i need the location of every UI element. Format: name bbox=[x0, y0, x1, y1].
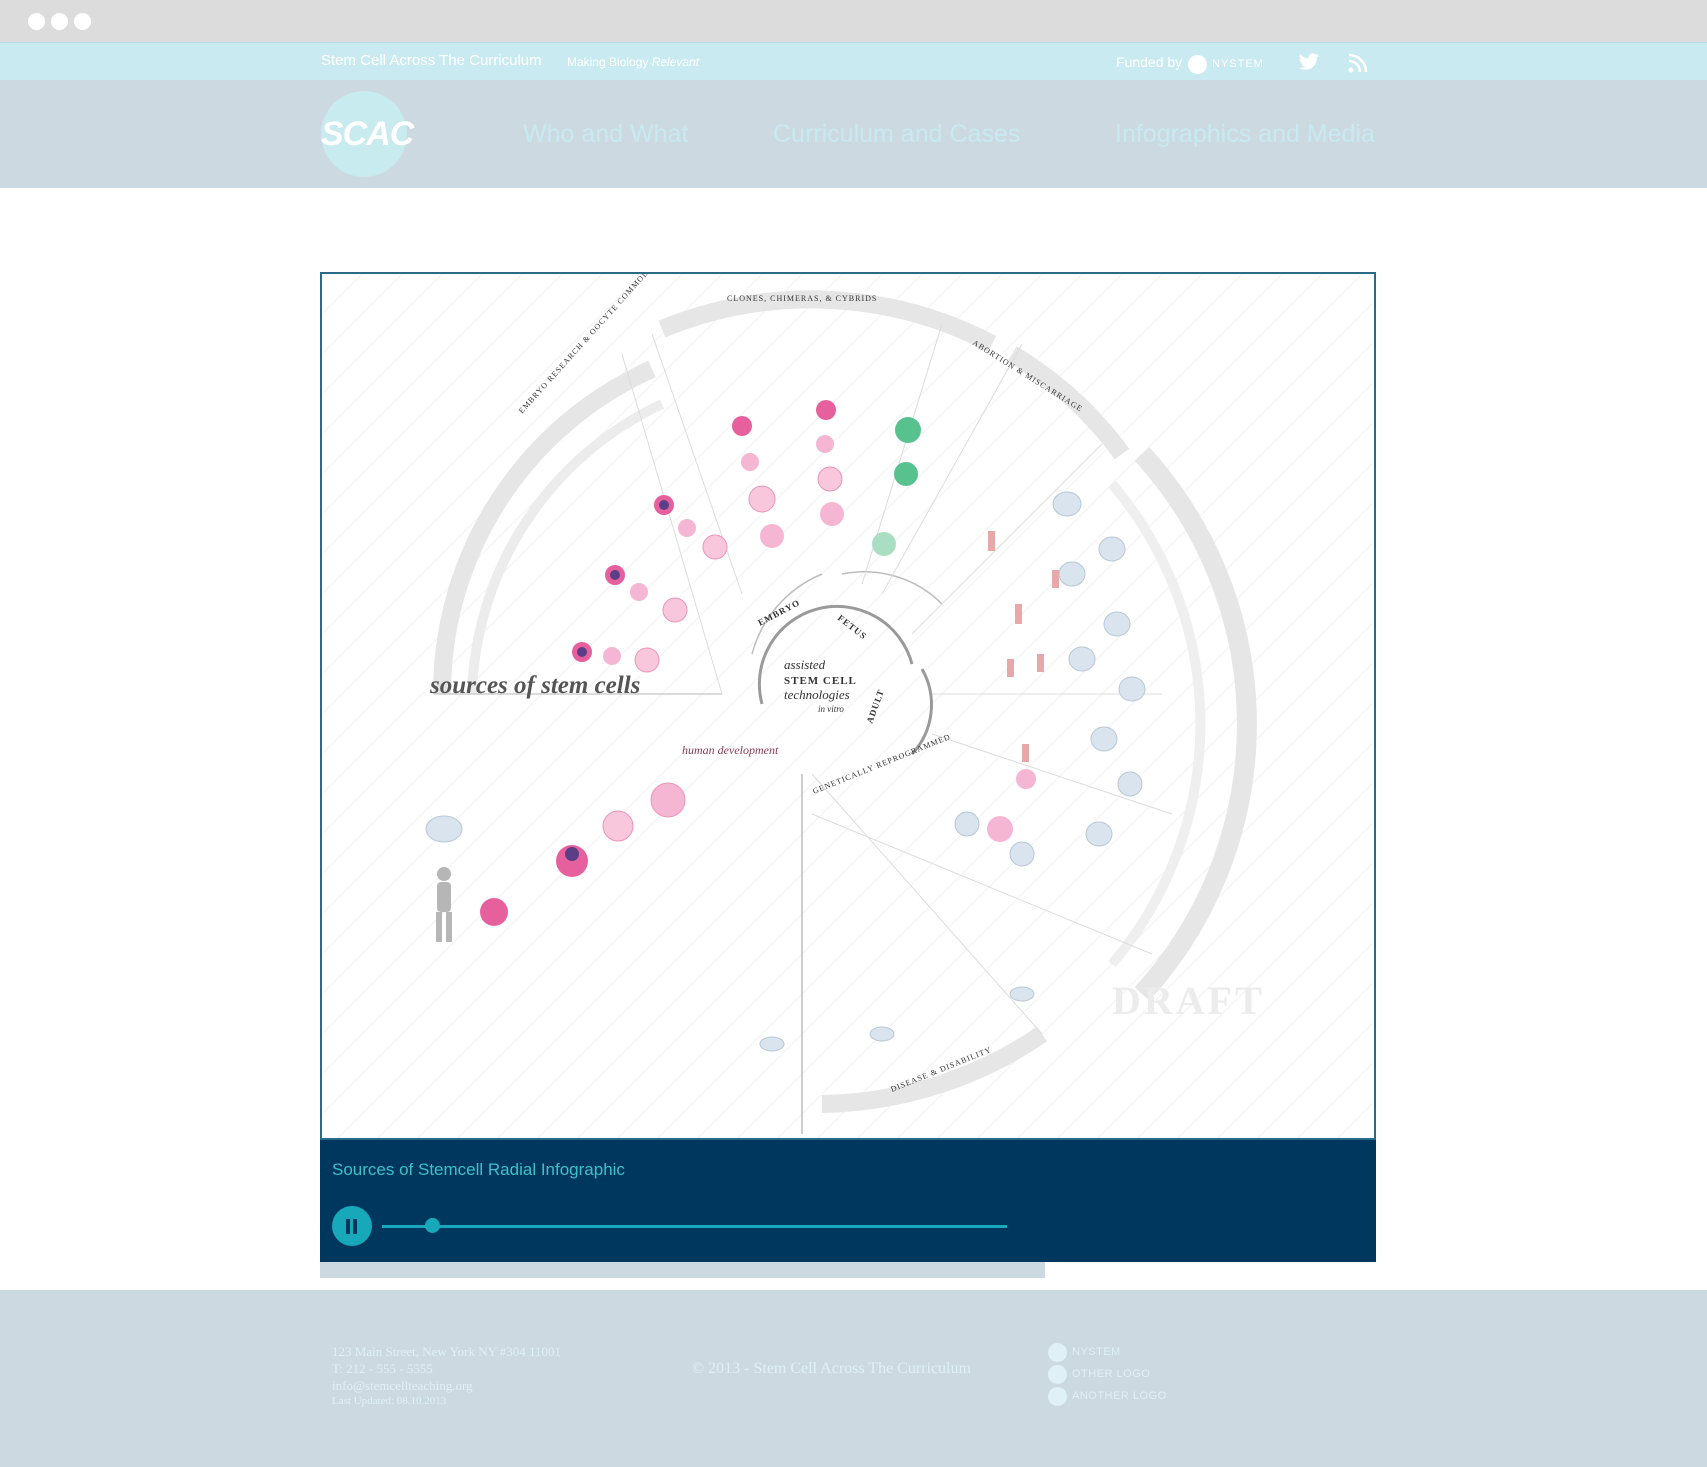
progress-knob[interactable] bbox=[425, 1218, 440, 1233]
section-label-clones: CLONES, CHIMERAS, & CYBRIDS bbox=[727, 294, 877, 303]
scac-logo[interactable]: SCAC bbox=[321, 91, 414, 177]
funder-name[interactable]: NYSTEM bbox=[1212, 58, 1264, 70]
window-maximize-dot[interactable] bbox=[74, 13, 91, 30]
footer-logo-label: ANOTHER LOGO bbox=[1072, 1390, 1167, 1402]
pause-icon-right bbox=[353, 1219, 357, 1234]
logo-text: SCAC bbox=[321, 115, 414, 153]
center-label-technologies: technologies bbox=[784, 687, 850, 702]
rss-icon[interactable] bbox=[1348, 53, 1368, 73]
nystem-logo-icon[interactable] bbox=[1188, 55, 1207, 74]
tagline-emphasis: Relevant bbox=[651, 55, 700, 69]
tagline: Making Biology Relevant bbox=[567, 55, 699, 69]
browser-chrome bbox=[0, 0, 1707, 42]
top-bar: Stem Cell Across The Curriculum Making B… bbox=[0, 42, 1707, 80]
center-label-assisted: assisted bbox=[784, 657, 826, 672]
human-development-label: human development bbox=[682, 743, 779, 757]
tagline-prefix: Making Biology bbox=[567, 55, 649, 69]
footer-copyright: © 2013 - Stem Cell Across The Curriculum bbox=[692, 1360, 971, 1377]
other-logo-icon bbox=[1048, 1365, 1067, 1384]
footer-logo-label: NYSTEM bbox=[1072, 1346, 1121, 1358]
nav-who-and-what[interactable]: Who and What bbox=[523, 120, 688, 149]
center-label-in-vitro: in vitro bbox=[818, 704, 844, 714]
site-title[interactable]: Stem Cell Across The Curriculum bbox=[321, 52, 542, 69]
footer-logo-label: OTHER LOGO bbox=[1072, 1368, 1151, 1380]
footer-phone: T: 212 - 555 - 5555 bbox=[332, 1361, 433, 1376]
infographic-main-title: sources of stem cells bbox=[429, 672, 640, 699]
main-nav: SCAC Who and What Curriculum and Cases I… bbox=[0, 80, 1707, 188]
media-shadow-strip bbox=[320, 1262, 1045, 1278]
another-logo-icon bbox=[1048, 1387, 1067, 1406]
progress-track[interactable] bbox=[382, 1225, 1007, 1228]
footer-address: 123 Main Street, New York NY #304 11001 bbox=[332, 1344, 562, 1359]
media-caption-bar: Sources of Stemcell Radial Infographic bbox=[320, 1140, 1376, 1262]
window-close-dot[interactable] bbox=[28, 13, 45, 30]
nav-curriculum-and-cases[interactable]: Curriculum and Cases bbox=[773, 120, 1020, 149]
footer-email[interactable]: info@stemcellteaching.org bbox=[332, 1378, 473, 1394]
nystem-logo-icon bbox=[1048, 1343, 1067, 1362]
draft-watermark: DRAFT bbox=[1112, 978, 1265, 1023]
footer-last-updated: Last Updated: 08.10.2013 bbox=[332, 1395, 447, 1407]
window-minimize-dot[interactable] bbox=[51, 13, 68, 30]
nav-infographics-and-media[interactable]: Infographics and Media bbox=[1115, 120, 1375, 149]
media-caption-title: Sources of Stemcell Radial Infographic bbox=[332, 1160, 625, 1179]
funded-by-label: Funded by bbox=[1116, 54, 1183, 70]
radial-infographic: assisted STEM CELL technologies in vitro… bbox=[322, 274, 1374, 1138]
twitter-icon[interactable] bbox=[1298, 53, 1320, 71]
infographic-viewer[interactable]: assisted STEM CELL technologies in vitro… bbox=[320, 272, 1376, 1140]
footer: 123 Main Street, New York NY #304 11001 … bbox=[0, 1290, 1707, 1467]
pause-icon-left bbox=[346, 1219, 350, 1234]
pause-button[interactable] bbox=[332, 1206, 372, 1246]
center-label-stem-cell: STEM CELL bbox=[784, 675, 857, 687]
